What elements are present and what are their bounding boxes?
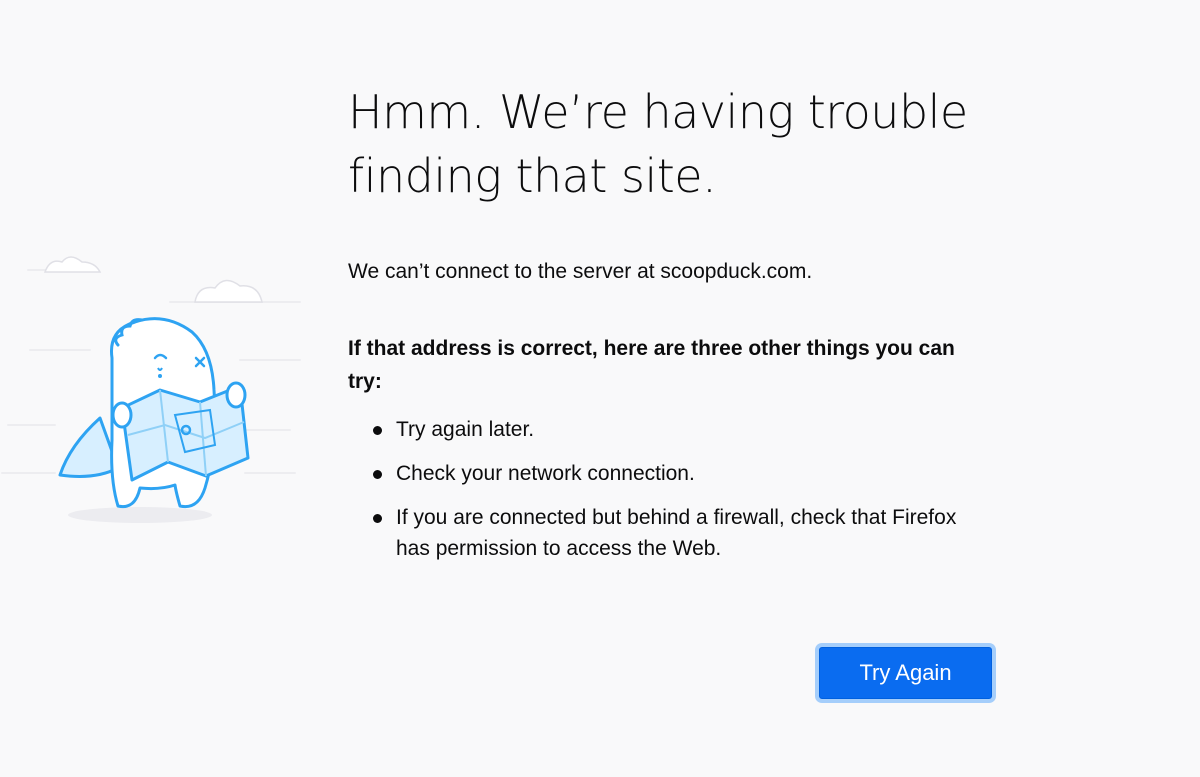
bullet-icon [373, 514, 382, 523]
lost-dino-illustration [0, 240, 320, 540]
tip-item: Try again later. [348, 414, 976, 445]
tip-item: Check your network connection. [348, 458, 976, 489]
page-title: Hmm. We’re having trouble finding that s… [348, 85, 968, 203]
error-content: Hmm. We’re having trouble finding that s… [348, 80, 998, 577]
dino-map-icon [1, 256, 301, 523]
tip-text: Try again later. [396, 418, 535, 441]
tips-heading: If that address is correct, here are thr… [348, 337, 955, 393]
tips-list: Try again later. Check your network conn… [348, 414, 998, 564]
bullet-icon [373, 426, 382, 435]
tip-text: Check your network connection. [396, 462, 695, 485]
error-description: We can’t connect to the server at scoopd… [348, 260, 813, 283]
bullet-icon [373, 470, 382, 479]
tip-text: If you are connected but behind a firewa… [396, 506, 957, 560]
tip-item: If you are connected but behind a firewa… [348, 502, 976, 564]
try-again-button[interactable]: Try Again [819, 647, 992, 699]
